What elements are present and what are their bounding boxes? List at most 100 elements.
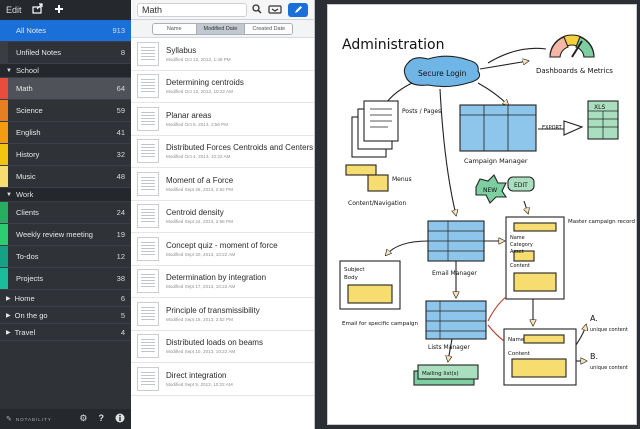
note-title: Syllabus xyxy=(166,45,197,55)
color-stripe xyxy=(0,78,8,99)
section-header-work[interactable]: ▼ Work xyxy=(0,188,131,202)
note-thumbnail xyxy=(137,301,159,326)
new-badge-label: NEW xyxy=(483,187,497,194)
share-icon[interactable] xyxy=(31,3,44,17)
sidebar-item-count: 41 xyxy=(116,128,125,137)
sidebar-item-science[interactable]: Science 59 xyxy=(0,100,131,122)
sidebar-item-label: Travel xyxy=(14,327,36,337)
mc-content-label: Content xyxy=(510,263,530,269)
sidebar-item-label: To-dos xyxy=(16,252,39,261)
sidebar-item-all-notes[interactable]: All Notes 913 xyxy=(0,20,131,42)
note-date: Modified Sept 20, 2013, 10:22 AM xyxy=(166,251,236,257)
sidebar-item-unfiled-notes[interactable]: Unfiled Notes 8 xyxy=(0,42,131,64)
help-icon[interactable]: ? xyxy=(99,413,105,425)
note-row[interactable]: Planar areas Modified Oct 8, 2013, 2:56 P… xyxy=(131,103,314,136)
sketch-drawing: Administration Secure Login Dashboards &… xyxy=(339,34,635,386)
note-row[interactable]: Distributed loads on beams Modified Sept … xyxy=(131,331,314,363)
sidebar-item-travel[interactable]: ▶ Travel 4 xyxy=(0,324,131,341)
sort-tab-created-date[interactable]: Created Date xyxy=(244,23,293,34)
sidebar-item-label: Home xyxy=(14,293,35,303)
note-row[interactable]: Distributed Forces Centroids and Centers… xyxy=(131,136,314,168)
lists-manager-label: Lists Manager xyxy=(428,344,470,351)
plus-icon[interactable] xyxy=(54,4,64,17)
note-row[interactable]: Direct integration Modified Sept 5, 2013,… xyxy=(131,363,314,396)
sidebar-item-count: 32 xyxy=(116,150,125,159)
edit-button[interactable]: Edit xyxy=(6,5,22,15)
import-icon[interactable] xyxy=(268,4,282,16)
sort-tab-name[interactable]: Name xyxy=(152,23,196,34)
note-title: Moment of a Force xyxy=(166,175,234,185)
note-row[interactable]: Syllabus Modified Oct 10, 2013, 1:49 PM xyxy=(131,38,314,71)
note-title: Principle of transmissibility xyxy=(166,305,260,315)
sidebar-item-to-dos[interactable]: To-dos 12 xyxy=(0,246,131,268)
sidebar-item-on-the-go[interactable]: ▶ On the go 5 xyxy=(0,307,131,324)
note-title: Concept quiz - moment of force xyxy=(166,240,278,250)
note-thumbnail xyxy=(137,236,159,261)
sidebar-item-label: Clients xyxy=(16,208,39,217)
variant-b-label: B. xyxy=(590,352,598,361)
note-row[interactable]: Centroid density Modified Sept 24, 2013, … xyxy=(131,201,314,233)
note-row[interactable]: Moment of a Force Modified Sept 26, 2013,… xyxy=(131,168,314,201)
sketch-title: Administration xyxy=(342,37,444,53)
dashboards-label: Dashboards & Metrics xyxy=(536,67,613,75)
variant-a-label: A. xyxy=(590,314,598,323)
color-stripe xyxy=(0,100,8,121)
note-thumbnail xyxy=(137,334,159,359)
section-label: Work xyxy=(15,190,34,199)
note-list-panel: Math Name Modified Date Created Date Syl… xyxy=(131,0,315,429)
note-row[interactable]: Principle of transmissibility Modified Se… xyxy=(131,298,314,331)
sidebar-item-label: On the go xyxy=(14,310,48,320)
sidebar-item-count: 48 xyxy=(116,172,125,181)
email-specific-label: Email for specific campaign xyxy=(342,321,418,327)
section-header-school[interactable]: ▼ School xyxy=(0,64,131,78)
sidebar-item-music[interactable]: Music 48 xyxy=(0,166,131,188)
color-stripe xyxy=(0,202,8,223)
master-campaign-label: Master campaign record xyxy=(568,219,635,225)
sort-segmented-control: Name Modified Date Created Date xyxy=(151,22,294,35)
note-thumbnail xyxy=(137,204,159,229)
edit-badge-label: EDIT xyxy=(514,182,528,189)
menus-label: Menus xyxy=(392,176,412,183)
triangle-right-icon: ▶ xyxy=(6,295,11,302)
sidebar-item-clients[interactable]: Clients 24 xyxy=(0,202,131,224)
sidebar-item-math[interactable]: Math 64 xyxy=(0,78,131,100)
sidebar-item-label: Math xyxy=(16,84,33,93)
note-date: Modified Sept 26, 2013, 2:52 PM xyxy=(166,186,233,192)
info-icon[interactable] xyxy=(115,413,125,425)
content-navigation-label: Content/Navigation xyxy=(348,200,406,207)
variant-b-text: unique content xyxy=(590,365,628,371)
triangle-right-icon: ▶ xyxy=(6,312,11,319)
compose-icon[interactable] xyxy=(288,2,308,17)
xls-label: XLS xyxy=(594,104,605,111)
sidebar-bottom-bar: ✎ NOTABILITY ⚙ ? xyxy=(0,409,131,429)
note-row[interactable]: Concept quiz - moment of force Modified S… xyxy=(131,233,314,266)
gear-icon[interactable]: ⚙ xyxy=(79,413,87,425)
note-row[interactable]: Determining centroids Modified Oct 10, 20… xyxy=(131,71,314,103)
note-title: Determining centroids xyxy=(166,78,244,88)
mc-asset-label: Asset xyxy=(510,249,524,255)
color-stripe xyxy=(0,42,8,63)
color-stripe xyxy=(0,144,8,165)
note-thumbnail xyxy=(137,269,159,294)
note-thumbnail xyxy=(137,171,159,196)
sidebar-item-count: 24 xyxy=(116,208,125,217)
sidebar-item-count: 5 xyxy=(120,310,125,320)
note-date: Modified Oct 10, 2013, 10:22 AM xyxy=(166,89,233,95)
sidebar-item-english[interactable]: English 41 xyxy=(0,122,131,144)
sort-bar: Name Modified Date Created Date xyxy=(131,20,314,38)
sidebar-item-home[interactable]: ▶ Home 6 xyxy=(0,290,131,307)
subject-title-field[interactable]: Math xyxy=(137,2,247,17)
sort-tab-modified-date[interactable]: Modified Date xyxy=(195,23,245,34)
sidebar-item-count: 59 xyxy=(116,106,125,115)
variant-a-text: unique content xyxy=(590,327,628,333)
note-canvas[interactable]: Administration Secure Login Dashboards &… xyxy=(328,5,636,424)
search-icon[interactable] xyxy=(252,3,262,16)
section-label: School xyxy=(15,66,39,75)
sidebar-item-weekly-review[interactable]: Weekly review meeting 19 xyxy=(0,224,131,246)
rec-name-label: Name xyxy=(508,337,525,343)
sidebar-item-projects[interactable]: Projects 38 xyxy=(0,268,131,290)
sidebar-item-history[interactable]: History 32 xyxy=(0,144,131,166)
color-stripe xyxy=(0,246,8,267)
note-row[interactable]: Determination by integration Modified Sep… xyxy=(131,266,314,298)
campaign-manager-label: Campaign Manager xyxy=(464,157,528,165)
